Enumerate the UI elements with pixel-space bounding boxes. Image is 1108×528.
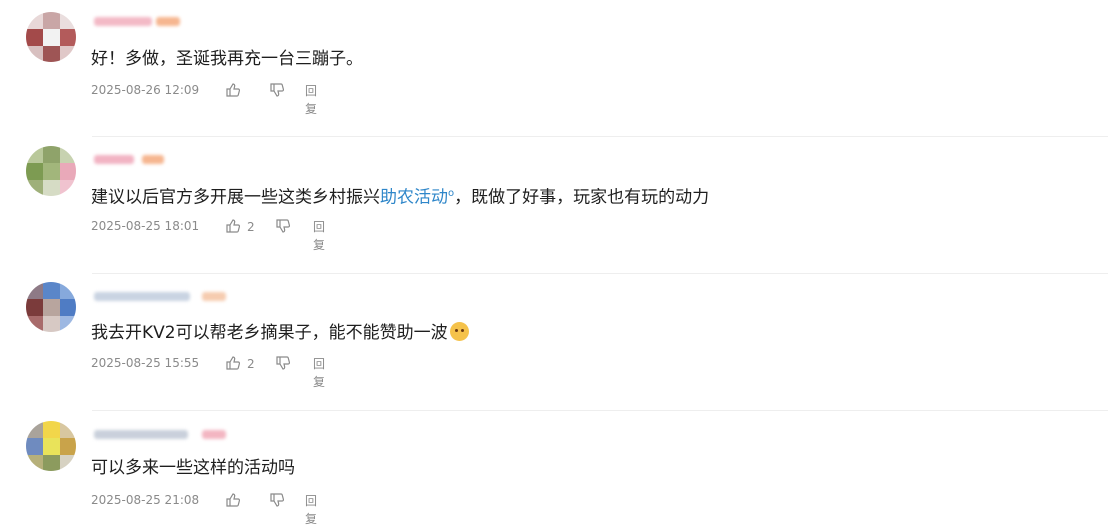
comment-meta: 2025-08-25 15:55 2 回复	[91, 354, 391, 389]
dislike-button[interactable]	[275, 218, 291, 234]
comment-timestamp: 2025-08-25 21:08	[91, 493, 200, 507]
like-button[interactable]: 2	[225, 355, 255, 371]
thumbs-up-icon	[226, 219, 241, 233]
comment-meta: 2025-08-25 18:01 2 回复	[91, 217, 391, 252]
username-blurred[interactable]	[94, 17, 152, 26]
thumbs-down-icon	[276, 219, 291, 233]
comment-text-before: 建议以后官方多开展一些这类乡村振兴	[91, 187, 380, 208]
thumbs-up-icon	[226, 83, 241, 97]
like-count: 2	[247, 357, 255, 371]
thumbs-down-icon	[270, 83, 285, 97]
user-badge-blurred	[142, 155, 164, 164]
comment-timestamp: 2025-08-25 18:01	[91, 219, 200, 233]
comment-meta: 2025-08-26 12:09 回复	[91, 81, 391, 116]
comment-item: 好！多做，圣诞我再充一台三蹦子。 2025-08-26 12:09 回复	[0, 0, 1108, 137]
comment-item: 建议以后官方多开展一些这类乡村振兴助农活动o，既做了好事，玩家也有玩的动力 20…	[0, 137, 1108, 274]
like-count: 2	[247, 220, 255, 234]
comment-timestamp: 2025-08-25 15:55	[91, 356, 200, 370]
reply-label: 回复	[313, 220, 326, 252]
comment-text: 好！多做，圣诞我再充一台三蹦子。	[91, 49, 363, 69]
dislike-button[interactable]	[275, 355, 291, 371]
avatar[interactable]	[26, 146, 76, 196]
comment-item: 可以多来一些这样的活动吗 2025-08-25 21:08 回复	[0, 411, 1108, 526]
comment-timestamp: 2025-08-26 12:09	[91, 83, 200, 97]
avatar[interactable]	[26, 282, 76, 332]
comment-item: 我去开KV2可以帮老乡摘果子，能不能赞助一波 2025-08-25 15:55 …	[0, 274, 1108, 411]
comment-text: 我去开KV2可以帮老乡摘果子，能不能赞助一波	[91, 322, 469, 344]
user-badge-blurred	[202, 292, 226, 301]
comment-text-after: ，既做了好事，玩家也有玩的动力	[454, 187, 710, 208]
comment-text-content: 我去开KV2可以帮老乡摘果子，能不能赞助一波	[91, 323, 448, 343]
reply-label: 回复	[313, 357, 326, 389]
thumbs-up-icon	[226, 493, 241, 507]
reply-label: 回复	[305, 494, 318, 526]
username-blurred[interactable]	[94, 155, 134, 164]
like-button[interactable]	[225, 82, 241, 98]
username-blurred[interactable]	[94, 292, 190, 301]
dislike-button[interactable]	[269, 492, 285, 508]
reply-label: 回复	[305, 84, 318, 116]
avatar[interactable]	[26, 12, 76, 62]
comment-text: 可以多来一些这样的活动吗	[91, 458, 295, 478]
topic-link[interactable]: 助农活动	[380, 188, 448, 208]
cat-face-icon	[449, 322, 469, 341]
username-blurred[interactable]	[94, 430, 188, 439]
thumbs-up-icon	[226, 356, 241, 370]
user-badge-blurred	[156, 17, 180, 26]
like-button[interactable]: 2	[225, 218, 255, 234]
user-badge-blurred	[202, 430, 226, 439]
comment-meta: 2025-08-25 21:08 回复	[91, 491, 391, 526]
like-button[interactable]	[225, 492, 241, 508]
dislike-button[interactable]	[269, 82, 285, 98]
comment-text: 建议以后官方多开展一些这类乡村振兴助农活动o，既做了好事，玩家也有玩的动力	[91, 183, 709, 209]
thumbs-down-icon	[276, 356, 291, 370]
thumbs-down-icon	[270, 493, 285, 507]
avatar[interactable]	[26, 421, 76, 471]
